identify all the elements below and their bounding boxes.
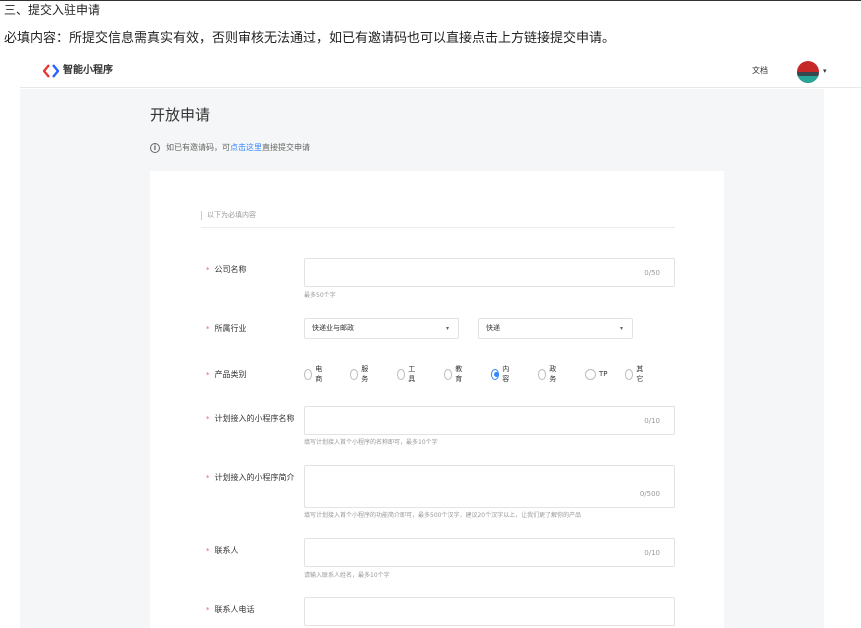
industry-label: * 所属行业	[206, 324, 247, 333]
info-icon: i	[150, 143, 160, 153]
embedded-screenshot: 智能小程序 文档 ▾ 开放申请 i 如已有邀请码，可 点击这里 直接提交申请 以…	[0, 54, 861, 628]
industry-primary-value: 快递业与邮政	[312, 324, 354, 332]
category-radio-tools[interactable]: 工具	[397, 365, 418, 383]
app-intro-label: * 计划接入的小程序简介	[206, 473, 295, 482]
category-radio-education[interactable]: 教育	[444, 365, 465, 383]
invite-tip: i 如已有邀请码，可 点击这里 直接提交申请	[150, 142, 310, 154]
invite-click-here-link[interactable]: 点击这里	[230, 142, 262, 154]
doc-description: 必填内容：所提交信息需真实有效，否则审核无法通过，如已有邀请码也可以直接点击上方…	[4, 31, 616, 46]
required-mark: *	[206, 266, 210, 274]
company-name-counter: 0/50	[644, 269, 660, 277]
category-radio-service[interactable]: 服务	[350, 365, 371, 383]
app-header: 智能小程序 文档 ▾	[20, 54, 861, 88]
category-radio-other[interactable]: 其它	[625, 365, 646, 383]
industry-secondary-select[interactable]: 快递 ▾	[478, 318, 633, 339]
company-name-input[interactable]: 0/50	[304, 258, 675, 287]
contact-phone-label: * 联系人电话	[206, 605, 255, 614]
contact-phone-input[interactable]	[304, 597, 675, 626]
application-form: 以下为必填内容 * 公司名称 0/50 最多50个字 * 所属行业 快递业与邮政 ▾…	[150, 171, 724, 628]
company-name-hint: 最多50个字	[304, 292, 336, 299]
doc-heading: 三、提交入驻申请	[4, 3, 101, 17]
page-title: 开放申请	[150, 106, 211, 124]
invite-tip-prefix: 如已有邀请码，可	[166, 143, 230, 152]
smart-mini-program-logo-icon	[43, 64, 59, 78]
app-name-label: * 计划接入的小程序名称	[206, 414, 295, 423]
avatar-dropdown-icon[interactable]: ▾	[823, 67, 827, 75]
top-divider	[0, 0, 861, 1]
industry-primary-select[interactable]: 快递业与邮政 ▾	[304, 318, 459, 339]
industry-secondary-value: 快递	[486, 324, 500, 332]
app-name-hint: 填写计划接入首个小程序的名称即可，最多10个字	[304, 439, 438, 446]
required-mark: *	[206, 371, 210, 379]
category-radio-tp[interactable]: TP	[585, 368, 608, 380]
category-radio-content[interactable]: 内容	[491, 365, 512, 383]
product-category-label: * 产品类别	[206, 370, 247, 379]
company-name-label: * 公司名称	[206, 265, 247, 274]
app-name-counter: 0/10	[644, 417, 660, 425]
category-radio-government[interactable]: 政务	[538, 365, 559, 383]
chevron-down-icon: ▾	[619, 325, 623, 332]
chevron-down-icon: ▾	[445, 325, 449, 332]
required-mark: *	[206, 325, 210, 333]
app-intro-hint: 填写计划接入首个小程序的功能简介即可，最多500个汉字，建议20个汉字以上，让我…	[304, 512, 582, 519]
section-label: 以下为必填内容	[201, 211, 675, 228]
docs-link[interactable]: 文档	[752, 66, 768, 76]
brand-name[interactable]: 智能小程序	[63, 64, 113, 78]
application-page: 开放申请 i 如已有邀请码，可 点击这里 直接提交申请 以下为必填内容 * 公司名…	[20, 89, 824, 628]
contact-label: * 联系人	[206, 546, 239, 555]
app-name-input[interactable]: 0/10	[304, 406, 675, 435]
required-mark: *	[206, 415, 210, 423]
category-radio-ecommerce[interactable]: 电商	[304, 365, 325, 383]
invite-tip-suffix: 直接提交申请	[262, 143, 310, 152]
app-intro-counter: 0/500	[639, 490, 660, 498]
contact-counter: 0/10	[644, 549, 660, 557]
contact-input[interactable]: 0/10	[304, 538, 675, 567]
required-mark: *	[206, 606, 210, 614]
contact-hint: 请输入联系人姓名，最多10个字	[304, 572, 390, 579]
user-avatar[interactable]	[797, 61, 819, 83]
app-intro-textarea[interactable]: 0/500	[304, 465, 675, 508]
required-mark: *	[206, 474, 210, 482]
required-mark: *	[206, 547, 210, 555]
